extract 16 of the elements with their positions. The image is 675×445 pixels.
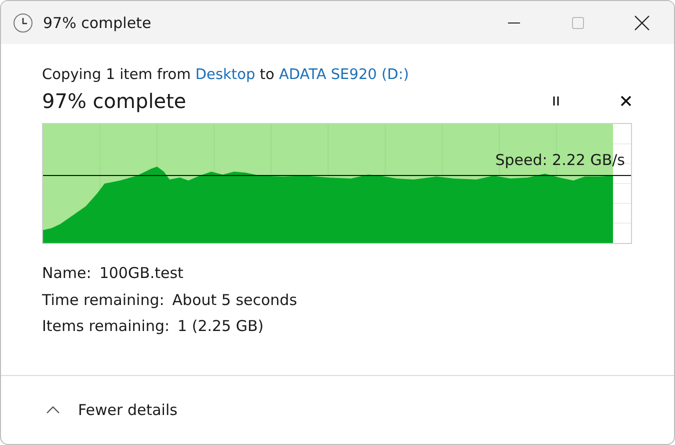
speed-label: Speed: 2.22 GB/s <box>495 151 625 169</box>
window-title: 97% complete <box>43 14 152 32</box>
detail-label: Items remaining: <box>42 317 170 337</box>
clock-icon <box>13 12 33 32</box>
detail-value: 1 (2.25 GB) <box>178 317 264 337</box>
destination-link[interactable]: ADATA SE920 (D:) <box>278 67 409 83</box>
detail-label: Name: <box>42 264 92 284</box>
detail-label: Time remaining: <box>42 290 164 310</box>
close-icon[interactable] <box>634 14 650 30</box>
cancel-icon[interactable] <box>620 95 632 107</box>
details-toggle[interactable]: Fewer details <box>46 401 178 419</box>
detail-value: 100GB.test <box>99 264 184 284</box>
detail-value: About 5 seconds <box>172 290 298 310</box>
copy-summary: Copying 1 item from Desktop to ADATA SE920 (D:) <box>42 66 410 85</box>
source-link[interactable]: Desktop <box>195 67 256 83</box>
progress-heading: 97% complete <box>42 89 186 113</box>
